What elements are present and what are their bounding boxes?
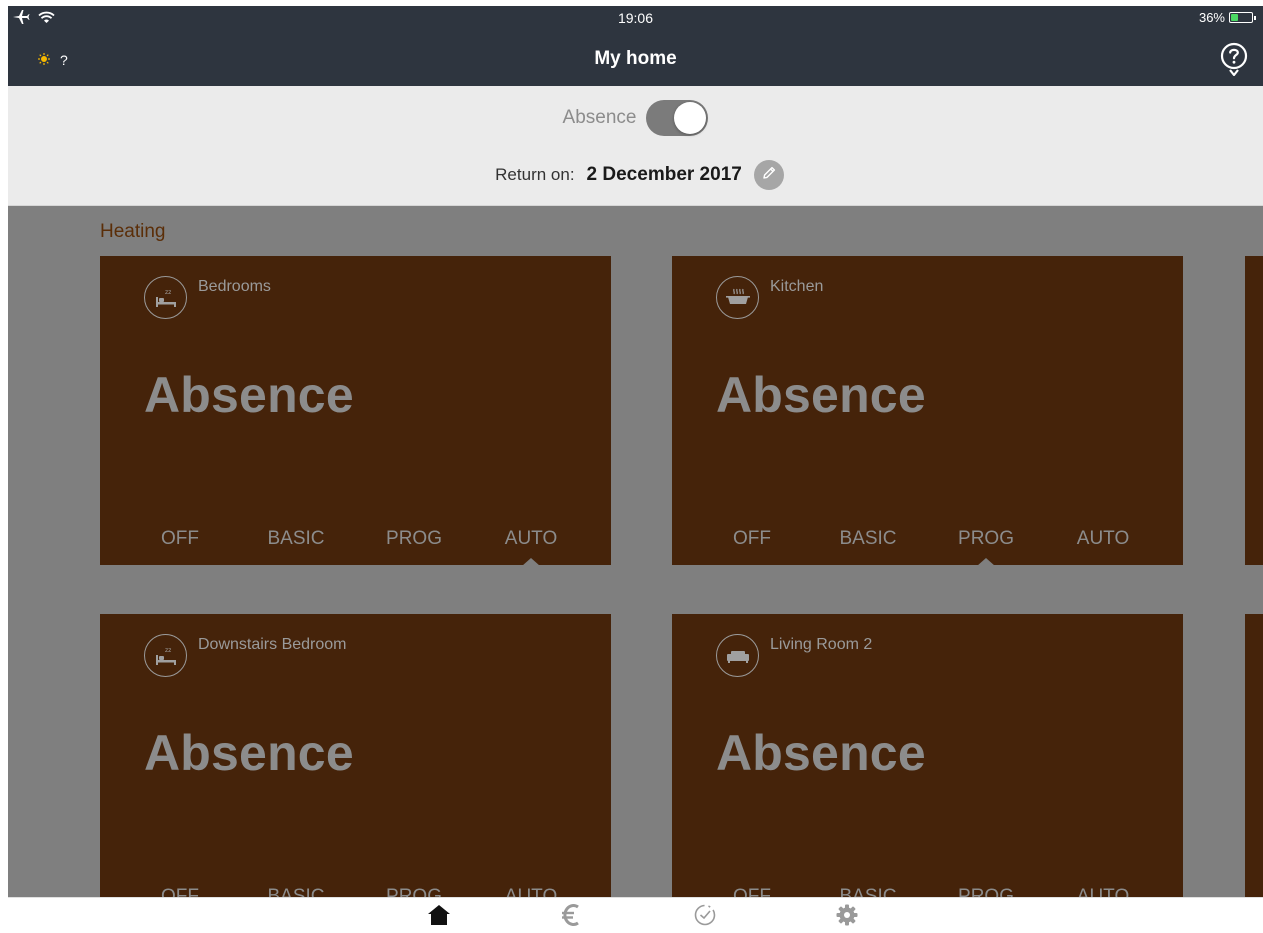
zone-state: Absence <box>144 725 354 781</box>
absence-label: Absence <box>562 107 637 128</box>
page-title: My home <box>594 48 677 69</box>
bed-icon: zz <box>144 634 187 677</box>
mode-off[interactable]: OFF <box>161 528 199 550</box>
zone-name: Kitchen <box>770 278 824 295</box>
help-button[interactable] <box>1219 42 1249 77</box>
mode-selector: OFF BASIC PROG AUTO <box>672 528 1183 552</box>
absence-panel: Absence Return on: 2 December 2017 <box>8 86 1263 206</box>
selected-mode-pointer <box>977 558 995 565</box>
tab-cost[interactable] <box>554 902 588 932</box>
zone-state: Absence <box>144 367 354 423</box>
mode-auto[interactable]: AUTO <box>505 528 557 550</box>
mode-basic[interactable]: BASIC <box>839 886 896 897</box>
battery-icon <box>1229 12 1256 23</box>
zone-card-partial[interactable] <box>1245 614 1263 897</box>
mode-selector: OFF BASIC PROG AUTO <box>672 886 1183 897</box>
sofa-icon <box>716 634 759 677</box>
return-row: Return on: 2 December 2017 <box>8 160 1263 190</box>
app-screen: 19:06 36% ? My home Absence Return on: 2… <box>8 6 1263 933</box>
svg-text:zz: zz <box>165 289 171 296</box>
tab-bar <box>8 897 1263 933</box>
mode-prog[interactable]: PROG <box>386 886 442 897</box>
mode-auto[interactable]: AUTO <box>505 886 557 897</box>
mode-basic[interactable]: BASIC <box>267 886 324 897</box>
cooking-pot-icon <box>716 276 759 319</box>
mode-basic[interactable]: BASIC <box>267 528 324 550</box>
mode-basic[interactable]: BASIC <box>839 528 896 550</box>
zone-name: Living Room 2 <box>770 636 873 653</box>
zone-state: Absence <box>716 725 926 781</box>
mode-prog[interactable]: PROG <box>386 528 442 550</box>
question-icon <box>1219 42 1249 80</box>
battery-level-fill <box>1231 14 1238 21</box>
zone-state: Absence <box>716 367 926 423</box>
mode-off[interactable]: OFF <box>733 528 771 550</box>
bed-icon: zz <box>144 276 187 319</box>
status-right: 36% <box>1198 10 1256 25</box>
pencil-icon <box>761 165 777 186</box>
clock-icon <box>693 903 717 932</box>
tab-settings[interactable] <box>830 902 864 932</box>
mode-selector: OFF BASIC PROG AUTO <box>100 528 611 552</box>
zone-card-living-room-2[interactable]: Living Room 2 Absence OFF BASIC PROG AUT… <box>672 614 1183 897</box>
return-date: 2 December 2017 <box>586 164 742 185</box>
mode-prog[interactable]: PROG <box>958 886 1014 897</box>
mode-auto[interactable]: AUTO <box>1077 886 1129 897</box>
mode-prog[interactable]: PROG <box>958 528 1014 550</box>
return-label: Return on: <box>495 165 575 184</box>
mode-auto[interactable]: AUTO <box>1077 528 1129 550</box>
svg-text:zz: zz <box>165 647 171 654</box>
zone-name: Downstairs Bedroom <box>198 636 347 653</box>
mode-off[interactable]: OFF <box>161 886 199 897</box>
status-time: 19:06 <box>617 10 654 26</box>
euro-icon <box>560 902 582 933</box>
home-icon <box>427 904 451 931</box>
status-bar: 19:06 36% <box>8 6 1263 30</box>
gear-icon <box>835 903 859 932</box>
zone-name: Bedrooms <box>198 278 271 295</box>
top-bar: 19:06 36% ? My home <box>8 6 1263 86</box>
toggle-knob <box>674 102 707 134</box>
battery-percent: 36% <box>1198 10 1225 25</box>
absence-toggle[interactable] <box>646 100 709 136</box>
mode-off[interactable]: OFF <box>733 886 771 897</box>
section-title: Heating <box>100 221 166 242</box>
absence-row: Absence <box>8 100 1263 136</box>
tab-schedule[interactable] <box>688 902 722 932</box>
zone-card-kitchen[interactable]: Kitchen Absence OFF BASIC PROG AUTO <box>672 256 1183 565</box>
zone-card-bedrooms[interactable]: zz Bedrooms Absence OFF BASIC PROG AUTO <box>100 256 611 565</box>
zone-card-downstairs-bedroom[interactable]: zz Downstairs Bedroom Absence OFF BASIC … <box>100 614 611 897</box>
zone-card-partial[interactable] <box>1245 256 1263 565</box>
tab-home[interactable] <box>422 902 456 932</box>
mode-selector: OFF BASIC PROG AUTO <box>100 886 611 897</box>
selected-mode-pointer <box>522 558 540 565</box>
edit-return-date-button[interactable] <box>753 160 784 190</box>
